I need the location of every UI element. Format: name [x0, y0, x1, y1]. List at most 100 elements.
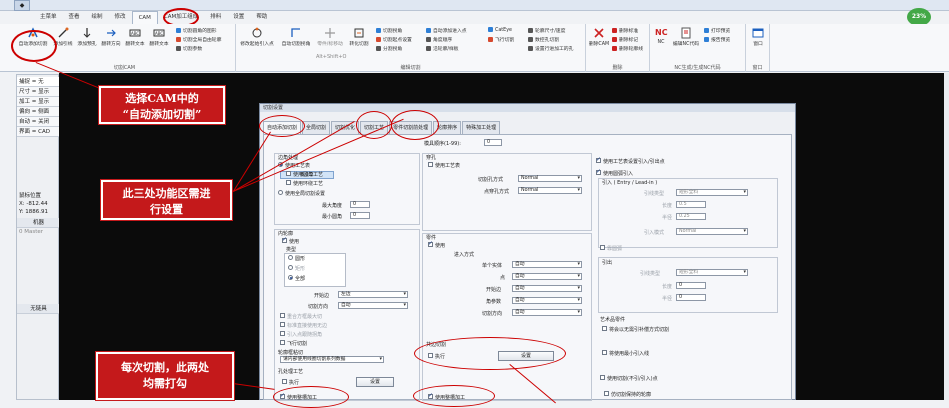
machine-value[interactable]: 0 Master: [17, 228, 60, 236]
use-round-check[interactable]: 使用圆角工艺: [286, 171, 323, 178]
svg-text:ABC: ABC: [155, 31, 163, 36]
middle-slot-highlight: [413, 385, 495, 407]
common-edge-highlight: [414, 337, 566, 370]
modify-start-button[interactable]: 修改起始引入点: [239, 27, 275, 47]
tab-global-cut[interactable]: 全局切割: [302, 121, 331, 134]
part-use-check[interactable]: 使用: [428, 240, 445, 249]
tab-main[interactable]: 主菜单: [34, 11, 63, 24]
part-move-button[interactable]: 零件/标移动: [316, 27, 344, 47]
row-start-select[interactable]: 自动: [512, 285, 582, 292]
min-lead-check[interactable]: 将使用最小引入线: [602, 350, 649, 357]
auto-toggle[interactable]: 自动 = 关闭: [17, 117, 60, 127]
out-radius-input[interactable]: 0: [676, 294, 706, 301]
line-hole-item[interactable]: 设置行进加工的孔: [528, 45, 573, 52]
out-length-input[interactable]: 0: [676, 282, 706, 289]
tab-cam[interactable]: CAM: [131, 11, 158, 24]
use-loop-check[interactable]: 使用环绕工艺: [286, 180, 323, 187]
along-contour-item[interactable]: 沿轮廓/样板: [426, 45, 459, 52]
type-all-radio[interactable]: 全部: [288, 275, 305, 282]
row-dir-select[interactable]: 自动: [512, 309, 582, 316]
edit-nc-button[interactable]: 编辑NC代码: [672, 27, 700, 47]
cut-lead-check[interactable]: 使用切割(不引/引入)点: [600, 375, 658, 382]
flip-text-button-2[interactable]: ABC 翻转文本: [148, 27, 170, 47]
angle-order-item[interactable]: 角度顺序: [426, 36, 452, 43]
art-part-check[interactable]: 将会以无需引补偿方式切割: [602, 326, 669, 333]
point-type-select[interactable]: Normal: [518, 187, 582, 194]
dimension-toggle[interactable]: 尺寸 = 显示: [17, 87, 60, 97]
use-global-radio[interactable]: 使用全局切割设置: [278, 190, 325, 197]
tab-draw[interactable]: 绘制: [86, 11, 109, 24]
arc-check[interactable]: 靠圆弧: [600, 245, 622, 252]
tab-modify[interactable]: 修改: [109, 11, 132, 24]
lead-order-input[interactable]: 0: [484, 139, 502, 146]
flying-cut-item[interactable]: 飞行切割: [488, 36, 514, 43]
max-angle-input[interactable]: 0: [350, 201, 370, 208]
app-logo-icon[interactable]: ◆: [14, 0, 30, 11]
cut-params-item[interactable]: 切割参数: [176, 45, 202, 52]
option-check-2[interactable]: 标准直接使用无边: [280, 322, 327, 329]
flip-text-button-1[interactable]: ABC 翻转文本: [124, 27, 146, 47]
row-single-select[interactable]: 自动: [512, 261, 582, 268]
nc-button[interactable]: NC NC: [652, 27, 670, 45]
contour-rule-select[interactable]: 请内部使用线圈切割系列数据: [280, 356, 384, 363]
start-edge-select[interactable]: 左边: [338, 291, 408, 298]
min-angle-input[interactable]: 0: [350, 212, 370, 219]
small-hole-exec-check[interactable]: 执行: [282, 379, 299, 386]
contour-speed-item[interactable]: 轮廓尺寸/速度: [528, 27, 565, 34]
offset-toggle[interactable]: 偏向 = 侧面: [17, 107, 60, 117]
snap-toggle[interactable]: 捕捉 = 无: [17, 77, 60, 87]
out-type-select[interactable]: 短形全料: [676, 269, 748, 276]
auto-corner-button[interactable]: 自动切割拐角: [278, 27, 314, 47]
cut-corner-item[interactable]: 切割拐角: [376, 27, 402, 34]
lead-length-input[interactable]: 0.5: [676, 201, 706, 208]
title-bar: ◆: [0, 0, 949, 11]
type-rect-radio[interactable]: 矩形: [288, 265, 305, 272]
row-point-select[interactable]: 自动: [512, 273, 582, 280]
split-corner-item[interactable]: 分割拐角: [376, 45, 402, 52]
keep-contour-check[interactable]: 仿切割保持的轮廓: [604, 391, 651, 398]
right-process-check[interactable]: 使用工艺表设置引入/引出点: [596, 156, 665, 165]
hole-use-check[interactable]: 使用工艺表: [428, 162, 460, 169]
type-round-radio[interactable]: 圆形: [288, 255, 305, 262]
nc-hole-cut-item[interactable]: 数控孔切割: [528, 36, 559, 43]
cut-free-contour-item[interactable]: 切割全局自由轮廓: [176, 36, 221, 43]
interface-toggle[interactable]: 界面 = CAD: [17, 127, 60, 137]
lead-mode-select[interactable]: Normal: [676, 228, 748, 235]
delete-mark-item[interactable]: 删除标记: [612, 36, 638, 43]
convert-cut-button[interactable]: 转化切割: [346, 27, 372, 47]
delete-cam-button[interactable]: 删除CAM: [588, 27, 610, 47]
delete-standard-item[interactable]: 删除标准: [612, 27, 638, 34]
inner-use-check[interactable]: 使用: [282, 236, 299, 245]
no-tool-button[interactable]: 无链具: [17, 304, 60, 314]
cateye-item[interactable]: CatEye: [488, 27, 512, 33]
lead-type-select[interactable]: 短形全料: [676, 189, 748, 196]
right-round-check[interactable]: 使用圆弧引入: [596, 168, 633, 177]
delete-contour-item[interactable]: 删除轮廓线: [612, 45, 643, 52]
row-dir-label: 切割方向: [482, 311, 503, 317]
out-type-label: 引线类型: [640, 271, 661, 277]
process-toggle[interactable]: 加工 = 显示: [17, 97, 60, 107]
cut-start-setting-item[interactable]: 切割起点设置: [376, 36, 412, 43]
tab-view[interactable]: 查看: [63, 11, 86, 24]
start-edge-label: 开始边: [314, 293, 330, 299]
tab-nesting[interactable]: 排料: [204, 11, 227, 24]
small-hole-set-button[interactable]: 设置: [356, 377, 394, 387]
option-check-4[interactable]: 飞行切割: [280, 340, 307, 347]
hole-type-select[interactable]: Normal: [518, 175, 582, 182]
report-preview-item[interactable]: 报告预览: [704, 36, 730, 43]
auto-add-cut-highlight: [11, 30, 57, 62]
lead-radius-input[interactable]: 0.25: [676, 213, 706, 220]
cut-dir-select[interactable]: 自动: [338, 302, 408, 309]
add-pierce-button[interactable]: 添加预孔: [76, 27, 98, 47]
row-angle-select[interactable]: 自动: [512, 297, 582, 304]
window-button[interactable]: 窗口: [748, 27, 768, 47]
auto-entry-item[interactable]: 自动添加进入点: [426, 27, 467, 34]
option-check-1[interactable]: 重合方框最大切: [280, 313, 322, 320]
option-check-3[interactable]: 引入点跟随拐角: [280, 331, 322, 338]
tab-help[interactable]: 帮助: [250, 11, 273, 24]
tab-special-process[interactable]: 特殊加工处理: [462, 121, 501, 134]
cut-round-shape-item[interactable]: 切割圆角的图形: [176, 27, 217, 34]
print-preview-item[interactable]: 打印预览: [704, 27, 730, 34]
flip-direction-button[interactable]: 翻转方向: [100, 27, 122, 47]
tab-settings[interactable]: 设置: [227, 11, 250, 24]
